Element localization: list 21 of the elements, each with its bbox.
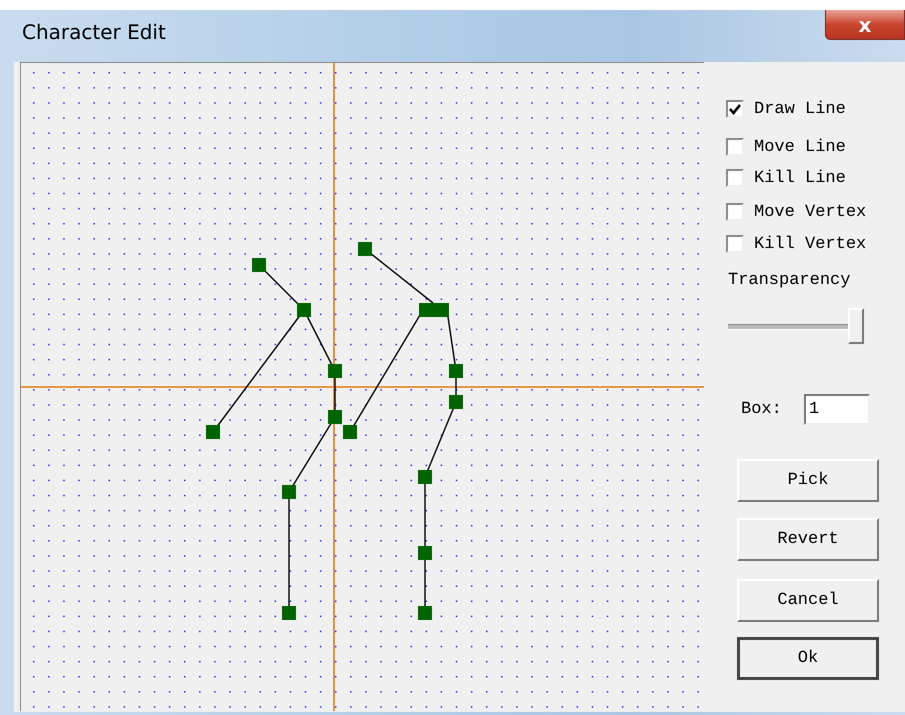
checkbox[interactable] — [726, 100, 744, 118]
slider-thumb[interactable] — [848, 308, 864, 344]
checkbox[interactable] — [726, 169, 744, 187]
close-button[interactable]: x — [825, 10, 905, 40]
transparency-label: Transparency — [728, 271, 852, 290]
dialog-button[interactable]: Revert — [737, 518, 879, 561]
box-label: Box: — [741, 400, 782, 419]
box-input-field[interactable]: 1 — [804, 394, 870, 425]
option-label: Move Vertex — [754, 202, 866, 222]
option-label: Kill Line — [754, 168, 846, 188]
check-icon — [729, 104, 741, 114]
checkbox[interactable] — [726, 235, 744, 253]
dialog-button[interactable]: Pick — [737, 459, 879, 502]
window-title: Character Edit — [22, 20, 166, 44]
checkbox[interactable] — [726, 203, 744, 221]
checkbox[interactable] — [726, 138, 744, 156]
option-label: Draw Line — [754, 100, 846, 118]
option-label: Kill Vertex — [754, 234, 866, 254]
option-label: Move Line — [754, 138, 846, 156]
dialog-button[interactable]: Cancel — [737, 579, 879, 622]
dialog-button[interactable]: Ok — [737, 637, 879, 680]
